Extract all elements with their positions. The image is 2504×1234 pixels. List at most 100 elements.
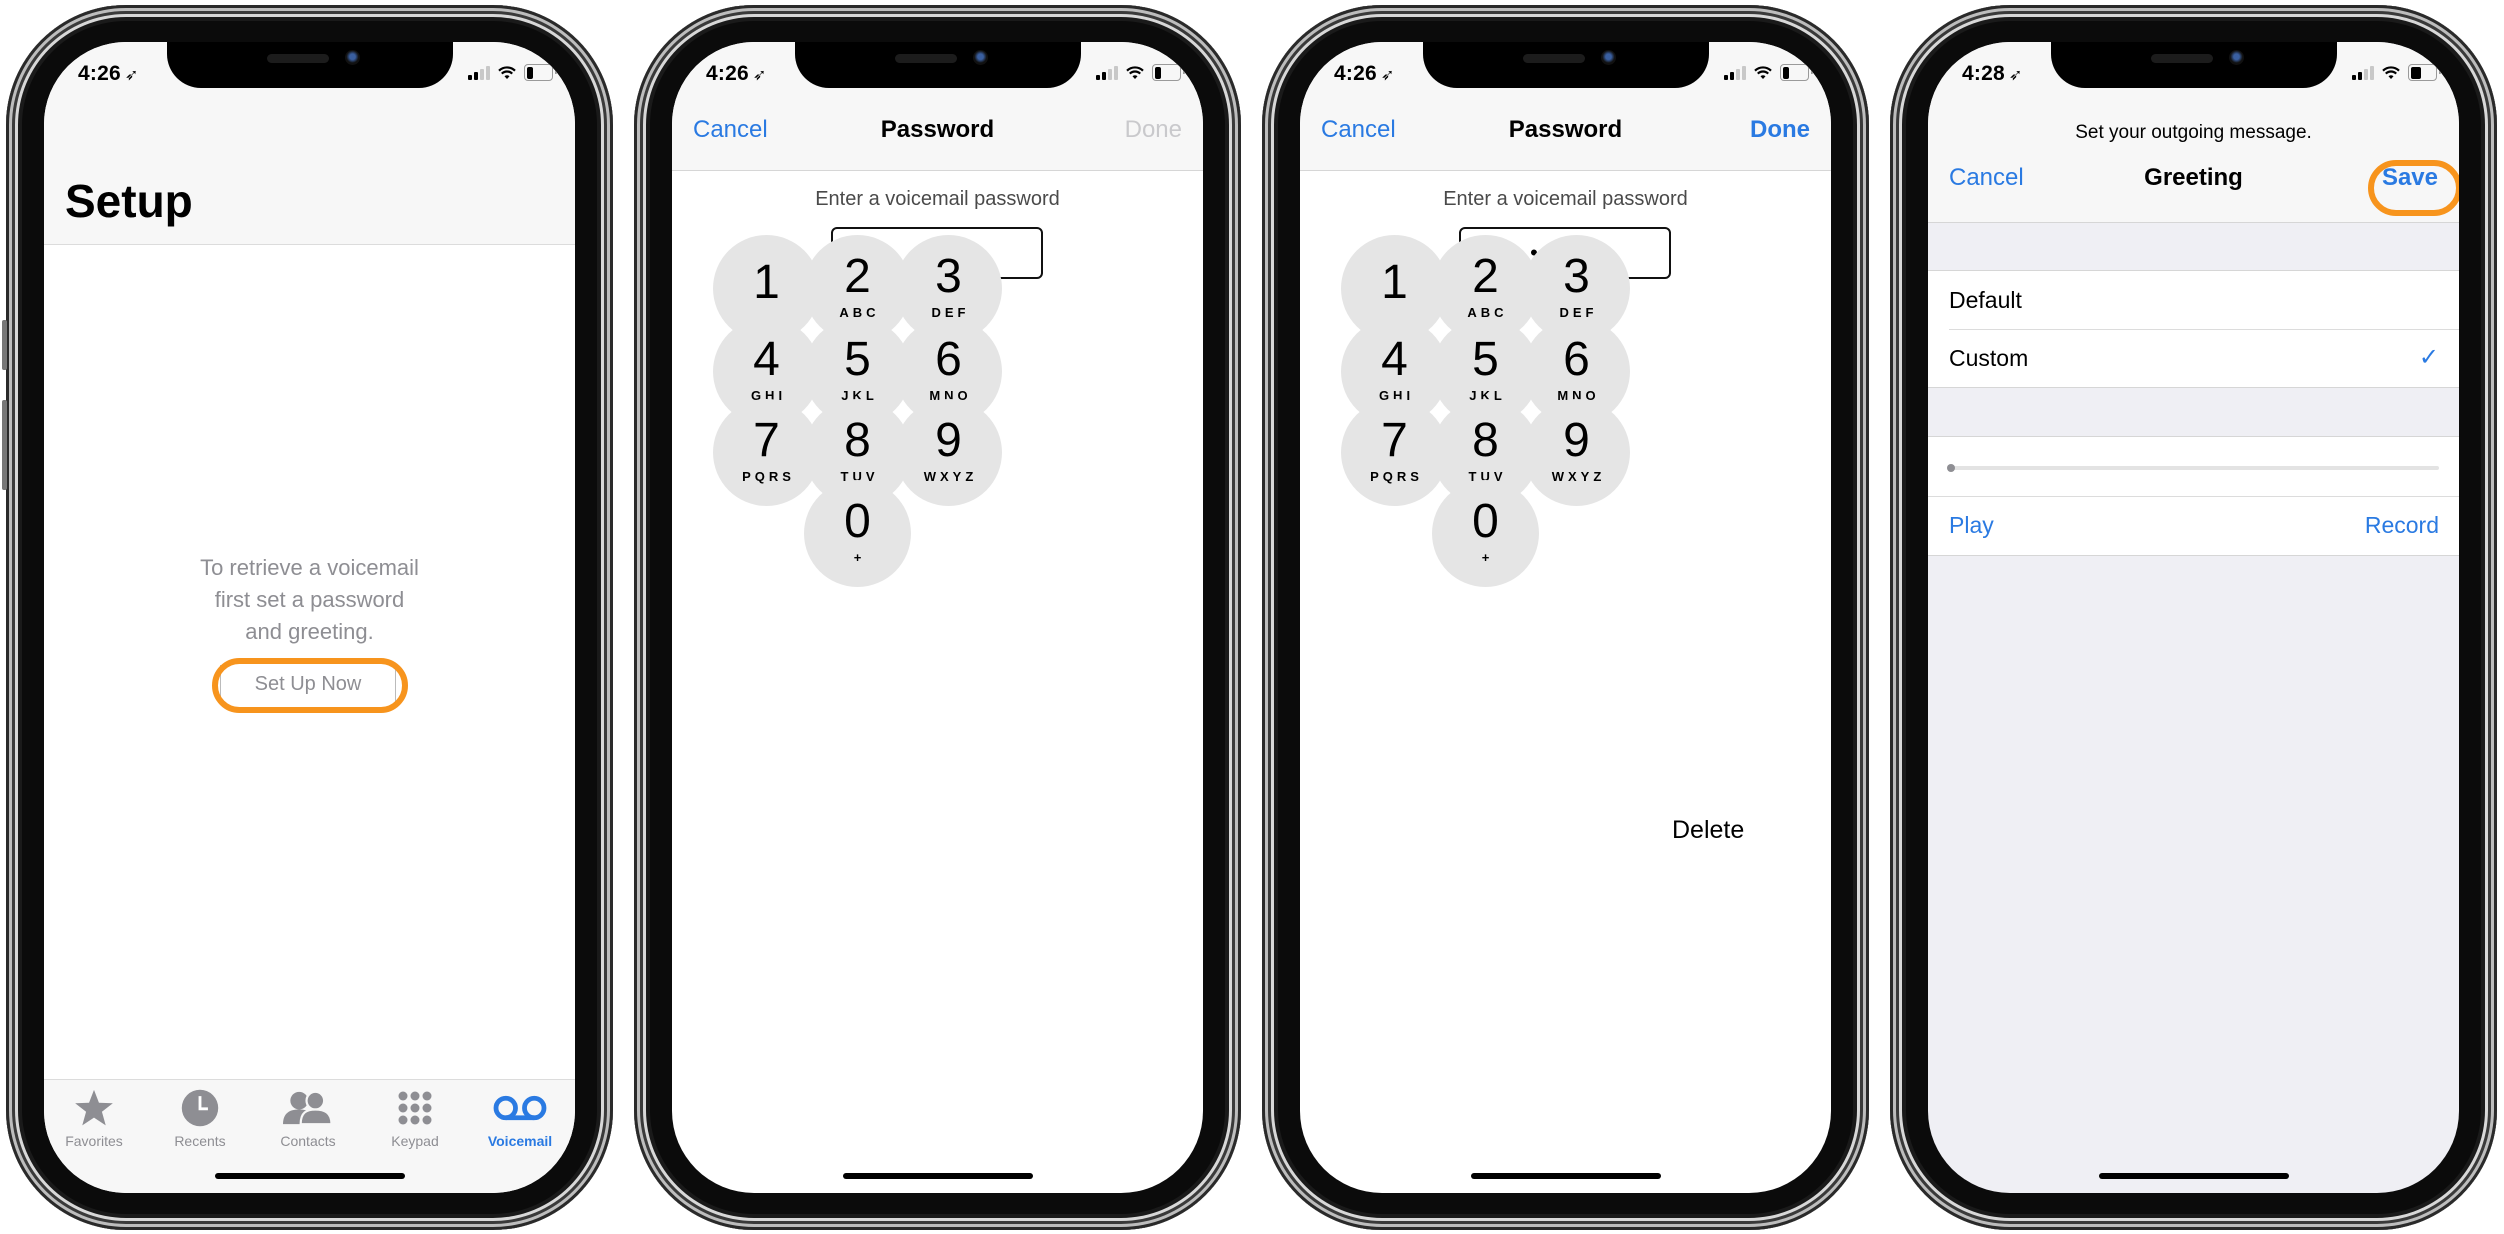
playback-slider[interactable] [1947,464,2439,472]
slider-knob[interactable] [1947,464,1955,472]
side-button [2,320,7,370]
home-indicator[interactable] [2098,1173,2289,1179]
key-letters: WXYZ [923,469,978,484]
key-digit: 3 [1563,250,1590,303]
playback-section: Play Record [1928,436,2459,556]
battery-fill [1154,66,1161,79]
signal-bar [1742,65,1746,80]
battery-fill [1782,66,1789,79]
phone-greeting: 4:28 ➶ Set your outgoing message. Cancel … [1890,5,2497,1230]
notch [1422,42,1709,88]
voicemail-icon [475,1088,565,1128]
signal-bar [1730,71,1734,80]
done-button[interactable]: Done [1125,116,1182,144]
key-digit: 0 [844,495,871,548]
key-letters: WXYZ [1551,469,1606,484]
signal-bar [486,65,490,80]
delete-button[interactable]: Delete [1672,816,1744,845]
signal-bar [1724,74,1728,80]
tab-keypad[interactable]: Keypad [370,1088,460,1149]
side-button [2,400,7,490]
checkmark-icon: ✓ [2418,344,2439,371]
key-digit: 6 [1563,333,1590,386]
option-custom[interactable]: Custom [1949,329,2459,387]
page-title: Setup [65,175,193,227]
tab-voicemail[interactable]: Voicemail [475,1088,565,1149]
home-indicator[interactable] [1470,1173,1661,1179]
signal-bar [2370,65,2374,80]
battery-fill [526,66,533,79]
location-arrow-icon: ➶ [1380,67,1395,84]
signal-bar [480,68,484,80]
signal-bar [1102,71,1106,80]
battery-fill [2410,66,2422,79]
notch [2050,42,2337,88]
battery-icon [524,64,557,81]
tab-favorites[interactable]: Favorites [49,1088,139,1149]
notch [166,42,453,88]
wifi-icon [1126,65,1144,79]
key-9[interactable]: 9 WXYZ [895,399,1002,506]
key-digit: 0 [1472,495,1499,548]
key-digit: 3 [935,250,962,303]
wifi-icon [2382,65,2400,79]
signal-bar [2364,68,2368,80]
status-time: 4:26 ➶ [1334,62,1395,85]
key-digit: 9 [935,414,962,467]
home-indicator[interactable] [214,1173,405,1179]
scrubber-row [1928,437,2459,497]
screen: Cancel Password Done 4:26 ➶ Enter a voice… [672,42,1203,1193]
signal-bar [468,74,472,80]
screen: Cancel Password Done 4:26 ➶ Enter a voice… [1300,42,1831,1193]
key-digit: 9 [1563,414,1590,467]
battery-icon [1780,64,1813,81]
key-digit: 6 [935,333,962,386]
signal-icon [1096,65,1118,80]
set-up-now-button[interactable]: Set Up Now [220,665,396,703]
home-indicator[interactable] [842,1173,1033,1179]
save-button[interactable]: Save [2382,164,2438,192]
setup-message: To retrieve a voicemail first set a pass… [200,555,419,644]
done-button[interactable]: Done [1750,116,1810,144]
keypad-icon [370,1088,460,1128]
signal-bar [474,71,478,80]
key-letters: + [853,550,866,565]
star-icon [49,1088,139,1128]
greeting-options: Default Custom ✓ [1928,270,2459,388]
record-button[interactable]: Record [2365,512,2439,539]
signal-bar [1108,68,1112,80]
screen: 4:26 ➶ Setup To retrieve a voicemail firs… [44,42,575,1193]
option-default[interactable]: Default [1949,271,2459,330]
tab-contacts[interactable]: Contacts [263,1088,353,1149]
password-prompt: Enter a voicemail password [1443,188,1688,210]
location-arrow-icon: ➶ [752,67,767,84]
contacts-icon [263,1088,353,1128]
status-time: 4:26 ➶ [706,62,767,85]
wifi-icon [1754,65,1772,79]
status-time: 4:26 ➶ [78,62,139,85]
clock-icon [155,1088,245,1128]
screen: 4:28 ➶ Set your outgoing message. Cancel … [1928,42,2459,1193]
play-button[interactable]: Play [1949,512,1994,539]
phone-voicemail-setup: 4:26 ➶ Setup To retrieve a voicemail firs… [6,5,613,1230]
signal-icon [1724,65,1746,80]
battery-icon [2408,64,2441,81]
status-time: 4:28 ➶ [1962,62,2023,85]
key-0[interactable]: 0 + [804,480,911,587]
wifi-icon [498,65,516,79]
tab-recents[interactable]: Recents [155,1088,245,1149]
nav-title: Password [880,116,995,143]
phone-password-empty: Cancel Password Done 4:26 ➶ Enter a voice… [634,5,1241,1230]
key-9[interactable]: 9 WXYZ [1523,399,1630,506]
phone-password-entered: Cancel Password Done 4:26 ➶ Enter a voice… [1262,5,1869,1230]
signal-bar [2358,71,2362,80]
signal-bar [1736,68,1740,80]
signal-bar [1114,65,1118,80]
notch [794,42,1081,88]
signal-bar [1096,74,1100,80]
signal-bar [2352,74,2356,80]
location-arrow-icon: ➶ [2008,67,2023,84]
signal-icon [2352,65,2374,80]
key-0[interactable]: 0 + [1432,480,1539,587]
nav-title: Greeting [2144,164,2243,191]
